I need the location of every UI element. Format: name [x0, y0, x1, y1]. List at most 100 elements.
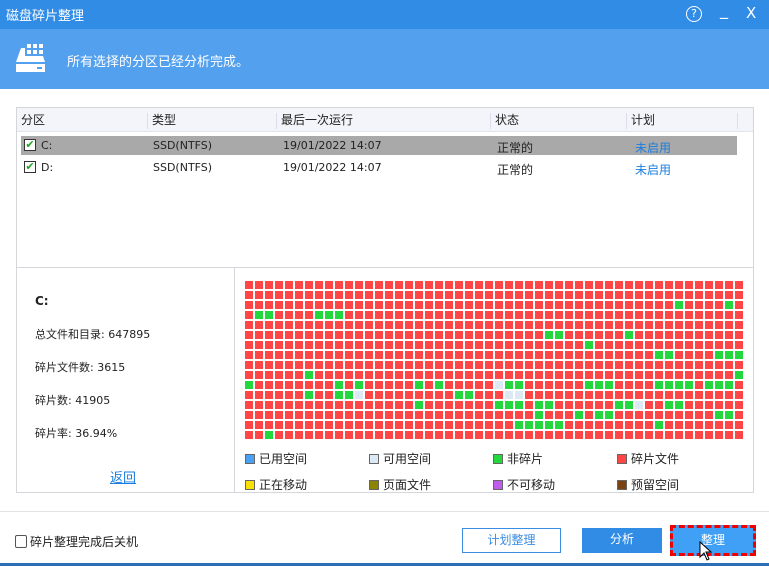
cluster-block: [465, 371, 473, 379]
cluster-block: [525, 321, 533, 329]
cluster-block: [735, 321, 743, 329]
cluster-block: [395, 291, 403, 299]
cluster-block: [665, 311, 673, 319]
cluster-block: [555, 431, 563, 439]
cluster-block: [615, 331, 623, 339]
help-icon[interactable]: ?: [686, 6, 702, 22]
cluster-block: [295, 411, 303, 419]
minimize-button[interactable]: _: [720, 0, 728, 19]
cluster-block: [695, 341, 703, 349]
column-header-status[interactable]: 状态: [490, 113, 519, 129]
cluster-block: [335, 321, 343, 329]
cluster-block: [565, 291, 573, 299]
cluster-block: [485, 321, 493, 329]
cluster-block: [615, 321, 623, 329]
cluster-block: [725, 361, 733, 369]
cluster-block: [675, 341, 683, 349]
cluster-block: [355, 341, 363, 349]
cluster-block: [465, 281, 473, 289]
checkbox-icon[interactable]: [15, 535, 27, 548]
cluster-block: [645, 311, 653, 319]
cluster-block: [735, 421, 743, 429]
cluster-block: [585, 391, 593, 399]
cluster-block: [455, 431, 463, 439]
cluster-block: [445, 431, 453, 439]
legend-label: 页面文件: [383, 478, 432, 492]
defrag-button[interactable]: 整理: [670, 525, 756, 556]
cluster-block: [435, 361, 443, 369]
column-header-partition[interactable]: 分区: [17, 113, 45, 129]
cluster-block: [325, 381, 333, 389]
cluster-block: [605, 331, 613, 339]
cluster-block: [735, 391, 743, 399]
schedule-link[interactable]: 未启用: [635, 139, 671, 156]
cluster-block: [605, 421, 613, 429]
schedule-link[interactable]: 未启用: [635, 161, 671, 178]
cluster-block: [525, 371, 533, 379]
cluster-block: [725, 431, 733, 439]
cluster-block: [395, 351, 403, 359]
cluster-block: [555, 401, 563, 409]
schedule-defrag-button[interactable]: 计划整理: [462, 528, 561, 553]
cluster-block: [455, 381, 463, 389]
cluster-block: [475, 341, 483, 349]
cluster-block: [555, 281, 563, 289]
cluster-block: [625, 331, 633, 339]
row-checkbox[interactable]: ✔: [24, 139, 36, 151]
shutdown-after-defrag-checkbox[interactable]: 碎片整理完成后关机: [15, 533, 138, 550]
cluster-block: [575, 361, 583, 369]
cluster-block: [525, 281, 533, 289]
status-cell: 正常的: [497, 163, 534, 177]
cluster-block: [575, 291, 583, 299]
legend-label: 非碎片: [507, 452, 544, 466]
cluster-block: [245, 311, 253, 319]
cluster-block: [315, 281, 323, 289]
cluster-block: [545, 311, 553, 319]
cluster-block: [625, 281, 633, 289]
cluster-block: [355, 331, 363, 339]
cluster-block: [435, 311, 443, 319]
cluster-block: [365, 361, 373, 369]
cluster-block: [625, 411, 633, 419]
cluster-block: [385, 401, 393, 409]
column-header-last-run[interactable]: 最后一次运行: [276, 113, 353, 129]
table-row[interactable]: ✔ C: SSD(NTFS) 19/01/2022 14:07 正常的 未启用: [21, 136, 737, 155]
cluster-block: [575, 281, 583, 289]
cluster-block: [695, 281, 703, 289]
cluster-block: [345, 411, 353, 419]
analyze-button[interactable]: 分析: [582, 528, 662, 553]
cluster-block: [395, 371, 403, 379]
cluster-block: [385, 291, 393, 299]
cluster-block: [465, 311, 473, 319]
cluster-block: [545, 321, 553, 329]
cluster-block: [295, 341, 303, 349]
table-row[interactable]: ✔ D: SSD(NTFS) 19/01/2022 14:07 正常的 未启用: [21, 158, 737, 177]
cluster-block: [245, 391, 253, 399]
cluster-block: [725, 301, 733, 309]
row-checkbox[interactable]: ✔: [24, 161, 36, 173]
cluster-block: [375, 301, 383, 309]
cluster-block: [705, 431, 713, 439]
column-header-schedule[interactable]: 计划: [626, 113, 738, 129]
back-link[interactable]: 返回: [110, 467, 136, 486]
cluster-block: [645, 281, 653, 289]
close-button[interactable]: X: [746, 4, 756, 22]
cluster-block: [285, 361, 293, 369]
cluster-block: [305, 381, 313, 389]
cluster-block: [675, 431, 683, 439]
cluster-block: [495, 411, 503, 419]
cluster-block: [305, 361, 313, 369]
cluster-block: [565, 381, 573, 389]
cluster-block: [605, 351, 613, 359]
cluster-block: [445, 291, 453, 299]
cluster-block: [245, 401, 253, 409]
cluster-block: [465, 391, 473, 399]
cluster-block: [305, 401, 313, 409]
cluster-block: [385, 341, 393, 349]
cluster-block: [565, 321, 573, 329]
cluster-block: [555, 341, 563, 349]
cluster-block: [365, 371, 373, 379]
column-header-type[interactable]: 类型: [147, 113, 176, 129]
cluster-block: [675, 371, 683, 379]
cluster-block: [385, 361, 393, 369]
